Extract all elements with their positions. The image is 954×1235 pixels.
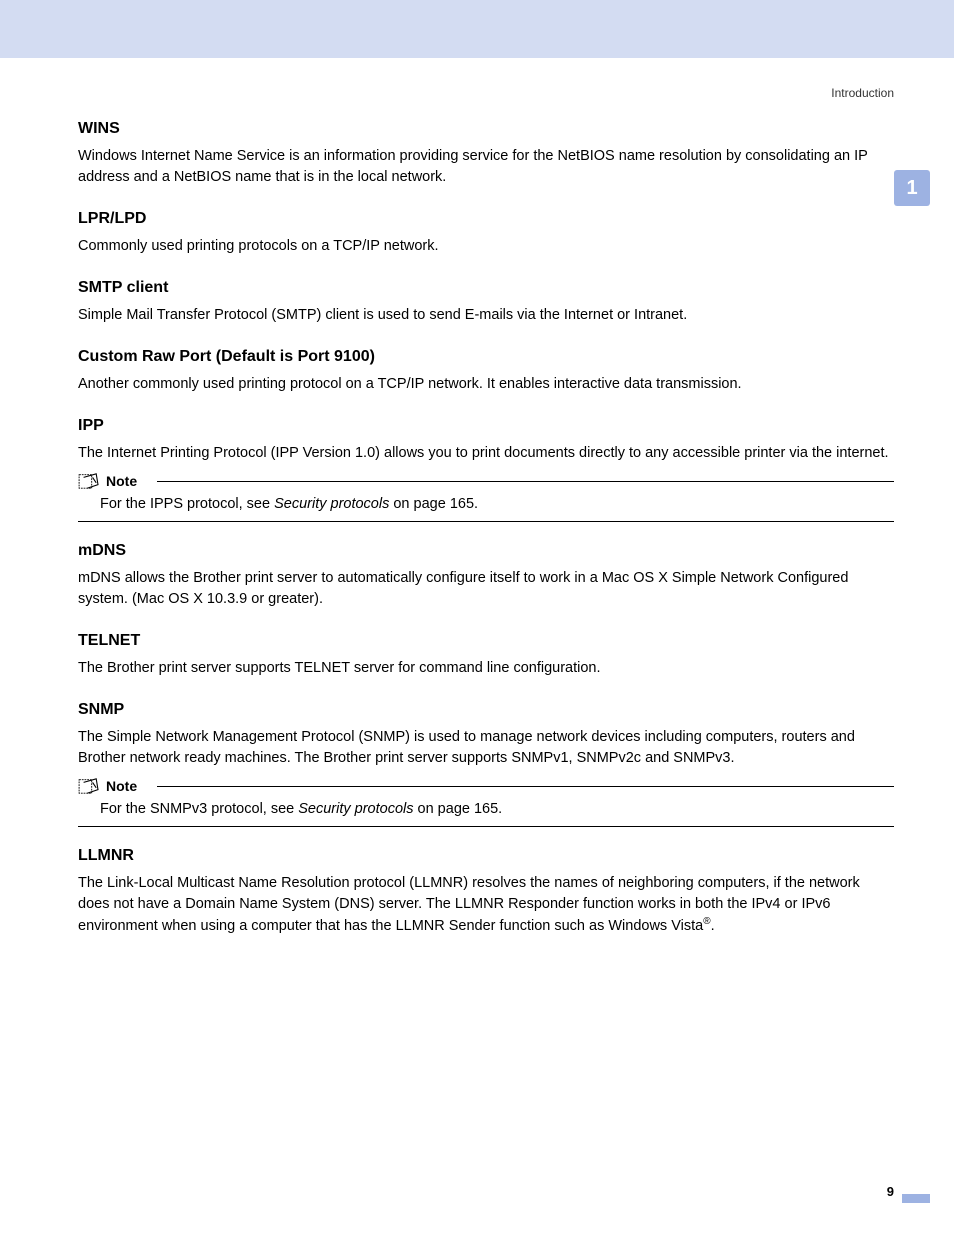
heading-smtp: SMTP client <box>78 279 894 297</box>
note-rule <box>157 786 894 787</box>
body-lpr: Commonly used printing protocols on a TC… <box>78 236 894 257</box>
heading-telnet: TELNET <box>78 632 894 650</box>
note-snmp-post: on page 165. <box>414 801 503 817</box>
section-llmnr: LLMNR The Link-Local Multicast Name Reso… <box>78 847 894 937</box>
section-wins: WINS Windows Internet Name Service is an… <box>78 120 894 188</box>
section-lpr: LPR/LPD Commonly used printing protocols… <box>78 210 894 257</box>
note-snmp-pre: For the SNMPv3 protocol, see <box>100 801 298 817</box>
body-snmp: The Simple Network Management Protocol (… <box>78 727 894 769</box>
body-mdns: mDNS allows the Brother print server to … <box>78 568 894 610</box>
note-icon <box>78 472 100 490</box>
note-ipp-pre: For the IPPS protocol, see <box>100 496 274 512</box>
note-snmp-body: For the SNMPv3 protocol, see Security pr… <box>78 797 894 827</box>
body-llmnr: The Link-Local Multicast Name Resolution… <box>78 873 894 937</box>
section-label: Introduction <box>831 86 894 100</box>
page-header: Introduction <box>0 58 954 98</box>
page-number-accent <box>902 1194 930 1203</box>
registered-mark: ® <box>703 916 710 927</box>
section-telnet: TELNET The Brother print server supports… <box>78 632 894 679</box>
note-ipp-post: on page 165. <box>389 496 478 512</box>
heading-ipp: IPP <box>78 417 894 435</box>
page-content: WINS Windows Internet Name Service is an… <box>0 98 954 937</box>
llmnr-body-pre: The Link-Local Multicast Name Resolution… <box>78 875 860 934</box>
section-raw: Custom Raw Port (Default is Port 9100) A… <box>78 348 894 395</box>
body-telnet: The Brother print server supports TELNET… <box>78 658 894 679</box>
note-ipp-italic: Security protocols <box>274 496 389 512</box>
llmnr-body-post: . <box>711 918 715 934</box>
page-number: 9 <box>887 1184 894 1199</box>
body-raw: Another commonly used printing protocol … <box>78 374 894 395</box>
note-ipp-body: For the IPPS protocol, see Security prot… <box>78 492 894 522</box>
note-label: Note <box>106 473 147 489</box>
heading-llmnr: LLMNR <box>78 847 894 865</box>
note-snmp-italic: Security protocols <box>298 801 413 817</box>
section-ipp: IPP The Internet Printing Protocol (IPP … <box>78 417 894 464</box>
heading-snmp: SNMP <box>78 701 894 719</box>
note-label: Note <box>106 778 147 794</box>
section-mdns: mDNS mDNS allows the Brother print serve… <box>78 542 894 610</box>
top-band <box>0 0 954 58</box>
note-icon <box>78 777 100 795</box>
heading-mdns: mDNS <box>78 542 894 560</box>
section-snmp: SNMP The Simple Network Management Proto… <box>78 701 894 769</box>
heading-raw: Custom Raw Port (Default is Port 9100) <box>78 348 894 366</box>
chapter-tab: 1 <box>894 170 930 206</box>
note-ipp: Note For the IPPS protocol, see Security… <box>78 472 894 522</box>
body-wins: Windows Internet Name Service is an info… <box>78 146 894 188</box>
body-smtp: Simple Mail Transfer Protocol (SMTP) cli… <box>78 305 894 326</box>
note-rule <box>157 481 894 482</box>
heading-wins: WINS <box>78 120 894 138</box>
body-ipp: The Internet Printing Protocol (IPP Vers… <box>78 443 894 464</box>
section-smtp: SMTP client Simple Mail Transfer Protoco… <box>78 279 894 326</box>
note-snmp: Note For the SNMPv3 protocol, see Securi… <box>78 777 894 827</box>
heading-lpr: LPR/LPD <box>78 210 894 228</box>
